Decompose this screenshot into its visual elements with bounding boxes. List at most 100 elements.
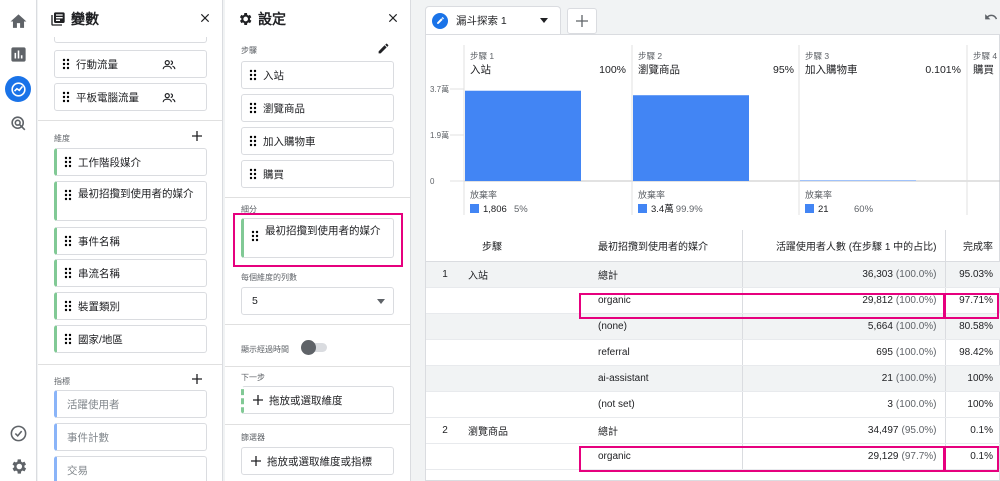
segment-item-tablet[interactable]: 平板電腦流量 — [54, 83, 207, 111]
table-row[interactable]: (not set) 3 (100.0%) 100% — [426, 391, 1000, 418]
cell-step — [464, 365, 594, 392]
y-tick-label: 0 — [430, 177, 435, 186]
advertising-icon[interactable] — [9, 114, 28, 133]
step-name: 瀏覽商品 — [638, 63, 680, 76]
step-item[interactable]: 入站 — [241, 61, 394, 89]
metric-item[interactable]: 活躍使用者 — [54, 390, 207, 418]
dimension-item[interactable]: 國家/地區 — [54, 325, 207, 353]
abandon-label: 放棄率 — [638, 189, 665, 200]
step-header: 步驟 2 — [638, 51, 662, 61]
step-item[interactable]: 加入購物車 — [241, 127, 394, 155]
step-item[interactable]: 購買 — [241, 160, 394, 188]
cell-index — [426, 313, 464, 340]
table-row[interactable]: referral 695 (100.0%) 98.42% — [426, 339, 1000, 366]
dimension-item[interactable]: 裝置類別 — [54, 292, 207, 320]
cell-users: 36,303 (100.0%) — [741, 261, 945, 288]
step-item[interactable]: 瀏覽商品 — [241, 94, 394, 122]
cell-step — [464, 443, 594, 470]
edit-tab-icon[interactable] — [432, 12, 448, 29]
highlight-box — [233, 213, 403, 267]
cell-index — [426, 365, 464, 392]
cell-medium: ai-assistant — [594, 365, 742, 392]
drag-handle-icon[interactable] — [61, 58, 71, 70]
table-row[interactable]: 2 瀏覽商品 總計 34,497 (95.0%) 0.1% — [426, 417, 1000, 444]
metric-item[interactable]: 交易 — [54, 456, 207, 481]
cell-users: 34,497 (95.0%) — [741, 417, 945, 444]
users-share: (100.0%) — [895, 346, 937, 358]
app-root: 變數 行動流量 平板電腦流量 維度 工作階段媒介 最初招攬到使用者的媒介 事件名… — [0, 0, 1000, 481]
drag-handle-icon[interactable] — [63, 156, 73, 168]
segment-item-clipped — [54, 37, 207, 43]
reports-icon[interactable] — [9, 45, 28, 64]
cell-rate: 100% — [944, 365, 1000, 392]
add-dimension-icon[interactable] — [191, 130, 203, 142]
drag-handle-icon[interactable] — [61, 91, 71, 103]
table-row[interactable]: 1 入站 總計 36,303 (100.0%) 95.03% — [426, 261, 1000, 288]
filter-dropzone[interactable]: 拖放或選取維度或指標 — [241, 447, 394, 475]
col-index-header — [426, 230, 464, 262]
tab-funnel-exploration[interactable]: 漏斗探索 1 — [425, 6, 561, 34]
abandon-count: 1,806 — [483, 204, 507, 215]
close-icon[interactable] — [386, 11, 400, 25]
cell-medium: 總計 — [594, 261, 742, 288]
abandon-percent: 99.9% — [676, 204, 703, 215]
users-share: (95.0%) — [901, 424, 937, 436]
funnel-bar[interactable] — [800, 180, 916, 182]
segment-label: 平板電腦流量 — [76, 91, 139, 104]
abandon-percent: 5% — [514, 204, 528, 215]
step-label: 購買 — [263, 168, 284, 181]
chevron-down-icon[interactable] — [540, 18, 548, 24]
dimension-item[interactable]: 最初招攬到使用者的媒介 — [54, 181, 207, 221]
dimension-item[interactable]: 串流名稱 — [54, 259, 207, 287]
drag-handle-icon[interactable] — [63, 300, 73, 312]
drag-handle-icon[interactable] — [63, 235, 73, 247]
drag-handle-icon[interactable] — [248, 168, 258, 180]
cell-step — [464, 391, 594, 418]
segment-item-mobile[interactable]: 行動流量 — [54, 50, 207, 78]
col-rate-header[interactable]: 完成率 — [944, 230, 1000, 262]
step-percent: 100% — [599, 64, 626, 76]
table-row[interactable]: ai-assistant 21 (100.0%) 100% — [426, 365, 1000, 392]
metric-item[interactable]: 事件計數 — [54, 423, 207, 451]
funnel-bar[interactable] — [465, 90, 581, 181]
check-circle-icon[interactable] — [9, 424, 28, 443]
pencil-icon[interactable] — [377, 42, 390, 55]
col-medium-header[interactable]: 最初招攬到使用者的媒介 — [594, 230, 742, 262]
funnel-bar[interactable] — [633, 95, 749, 181]
cell-index — [426, 391, 464, 418]
rows-per-dimension-select[interactable]: 5 — [241, 287, 394, 315]
next-action-label: 下一步 — [241, 373, 265, 382]
gear-icon[interactable] — [9, 457, 28, 476]
dimension-item[interactable]: 事件名稱 — [54, 227, 207, 255]
drag-handle-icon[interactable] — [248, 135, 258, 147]
drag-handle-icon[interactable] — [248, 102, 258, 114]
step-header: 步驟 1 — [470, 51, 494, 61]
undo-icon[interactable] — [984, 10, 998, 24]
drag-handle-icon[interactable] — [63, 267, 73, 279]
step-percent: 0.101% — [925, 64, 961, 76]
rows-per-dimension-label: 每個維度的列數 — [241, 273, 297, 282]
home-icon[interactable] — [9, 12, 28, 31]
plus-icon — [251, 456, 261, 466]
cell-index — [426, 339, 464, 366]
next-action-dropzone[interactable]: 拖放或選取維度 — [241, 386, 394, 414]
cell-rate: 100% — [944, 391, 1000, 418]
close-icon[interactable] — [198, 11, 212, 25]
explore-icon — [11, 82, 26, 97]
rows-per-dimension-value: 5 — [252, 295, 258, 307]
add-tab-button[interactable] — [567, 8, 597, 34]
filter-placeholder: 拖放或選取維度或指標 — [267, 455, 372, 468]
drag-handle-icon[interactable] — [63, 333, 73, 345]
add-metric-icon[interactable] — [191, 373, 203, 385]
drag-handle-icon[interactable] — [63, 189, 73, 201]
step-header: 步驟 4 — [973, 51, 997, 61]
y-tick-label: 3.7萬 — [430, 84, 449, 94]
dimension-item[interactable]: 工作階段媒介 — [54, 148, 207, 176]
highlight-box — [579, 293, 945, 319]
cell-medium: (not set) — [594, 391, 742, 418]
drag-handle-icon[interactable] — [248, 69, 258, 81]
cell-step — [464, 339, 594, 366]
abandon-percent: 60% — [854, 204, 874, 215]
chevron-down-icon — [377, 299, 385, 304]
col-users-header[interactable]: 活躍使用者人數 (在步驟 1 中的占比) — [741, 230, 945, 262]
